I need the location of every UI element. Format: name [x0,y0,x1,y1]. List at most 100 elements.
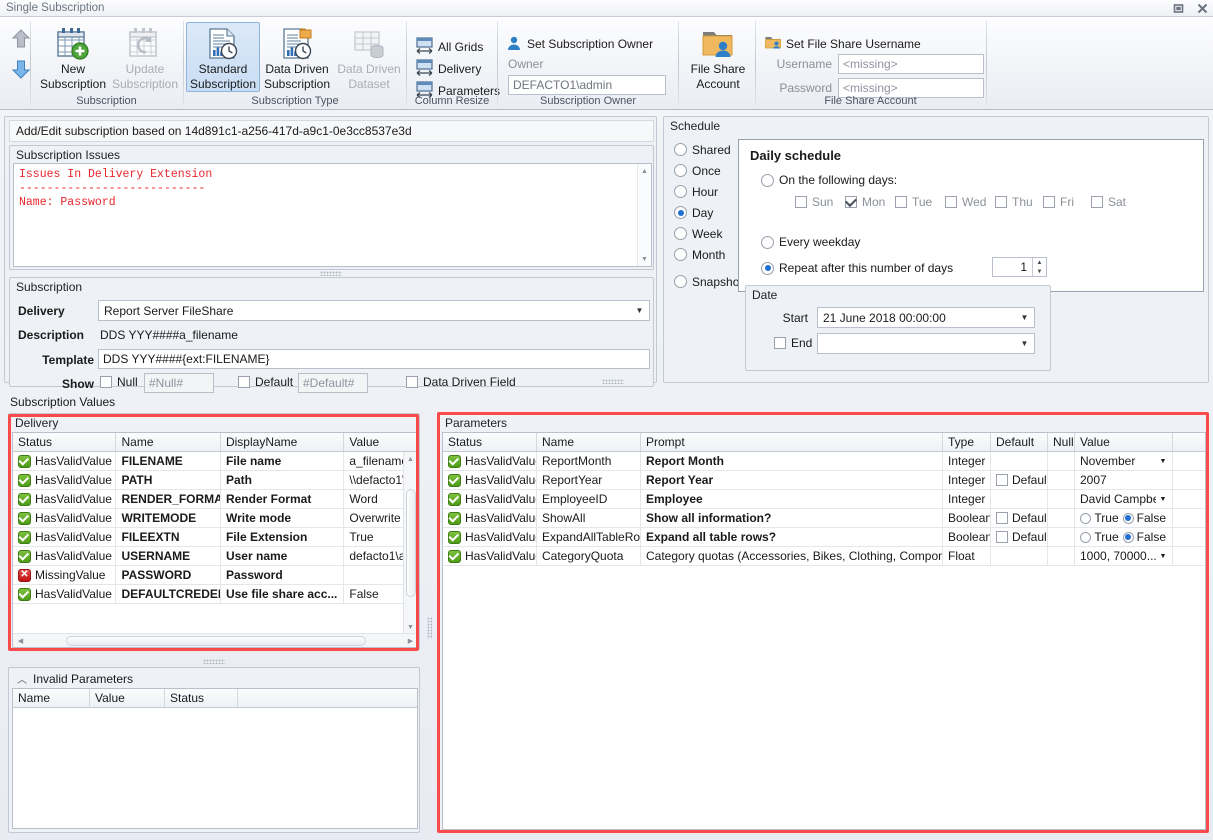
radio-on-following-days[interactable] [761,173,774,187]
parameter-null-cell[interactable] [1048,509,1075,527]
invalid-col-value[interactable]: Value [90,689,165,707]
resize-delivery-button[interactable]: Delivery [416,58,500,80]
schedule-type-shared[interactable]: Shared [674,139,743,160]
repeat-days-option[interactable]: Repeat after this number of days [761,261,953,275]
default-placeholder-input[interactable]: #Default# [298,373,368,393]
set-file-share-username-button[interactable]: Set File Share Username [765,33,921,55]
parameter-null-cell[interactable] [1048,452,1075,470]
file-share-account-button[interactable]: File Share Account [681,22,755,92]
delivery-col-status[interactable]: Status [13,433,117,451]
chevron-down-icon[interactable]: ▼ [1017,313,1032,322]
date-start-combo[interactable]: 21 June 2018 00:00:00 ▼ [817,307,1035,328]
owner-input[interactable]: DEFACTO1\admin [508,75,666,95]
issues-resize-grip[interactable] [320,271,342,276]
null-placeholder-input[interactable]: #Null# [144,373,214,393]
table-row[interactable]: HasValidValue FILEEXTN File Extension True [13,528,417,547]
weekday-tue[interactable]: Tue [895,195,945,209]
subscription-issues-textarea[interactable]: Issues In Delivery Extension -----------… [13,163,652,267]
schedule-type-snapshot[interactable]: Snapshot [674,271,743,292]
radio-month[interactable] [674,248,687,261]
schedule-type-once[interactable]: Once [674,160,743,181]
chevron-down-icon[interactable]: ▼ [1156,553,1170,560]
update-subscription-button[interactable]: Update Subscription [108,22,182,92]
parameters-col-value[interactable]: Value [1075,433,1173,451]
parameter-default-cell[interactable] [991,547,1048,565]
radio-once[interactable] [674,164,687,177]
radio-every-weekday[interactable] [761,235,774,249]
radio-repeat-days[interactable] [761,261,774,275]
parameters-col-type[interactable]: Type [943,433,991,451]
table-row[interactable]: HasValidValue ShowAll Show all information… [443,509,1205,528]
default-checkbox[interactable] [996,531,1008,543]
default-checkbox[interactable] [996,512,1008,524]
scroll-down-icon[interactable]: ▼ [637,252,651,266]
table-row[interactable]: HasValidValue FILENAME File name a_filename [13,452,417,471]
value-false-radio-row[interactable]: False [1122,511,1166,525]
invalid-col-status[interactable]: Status [165,689,238,707]
parameter-value-cell[interactable]: November ▼ [1075,452,1173,470]
parameter-value-cell[interactable]: True False [1075,509,1173,527]
data-driven-field-checkbox[interactable] [406,376,418,388]
date-end-checkbox[interactable] [774,337,786,349]
date-end-checkbox-row[interactable]: End [774,336,812,350]
data-driven-subscription-button[interactable]: Data Driven Subscription [260,22,334,92]
delivery-col-name[interactable]: Name [116,433,221,451]
template-input[interactable]: DDS YYY####{ext:FILENAME} [98,349,650,369]
scroll-right-icon[interactable]: ▶ [403,634,417,648]
chevron-up-icon[interactable]: ︿ [17,671,27,686]
resize-all-grids-button[interactable]: All Grids [416,36,500,58]
value-true-radio-row[interactable]: True [1080,530,1119,544]
delivery-col-value[interactable]: Value [344,433,417,451]
delivery-v-thumb[interactable] [405,489,416,597]
delivery-vertical-scrollbar[interactable]: ▲ ▼ [403,452,417,634]
table-row[interactable]: HasValidValue CategoryQuota Category quota… [443,547,1205,566]
new-subscription-button[interactable]: New Subscription [36,22,110,92]
checkbox-sun[interactable] [795,196,807,208]
table-row[interactable]: HasValidValue USERNAME User name defacto1\a… [13,547,417,566]
subscription-resize-grip[interactable] [602,379,624,384]
radio-true[interactable] [1080,512,1092,524]
every-weekday-option[interactable]: Every weekday [761,235,860,249]
parameter-value-cell[interactable]: David Campbell▼ [1075,490,1173,508]
radio-day[interactable] [674,206,687,219]
spinner-down-icon[interactable]: ▼ [1033,267,1046,276]
checkbox-thu[interactable] [995,196,1007,208]
data-driven-dataset-button[interactable]: Data Driven Dataset [332,22,406,92]
fs-username-input[interactable]: <missing> [838,54,984,74]
parameter-null-cell[interactable] [1048,547,1075,565]
table-row[interactable]: HasValidValue RENDER_FORMAT Render Format W… [13,490,417,509]
table-row[interactable]: HasValidValueExpandAllTableRowsExpand al… [443,528,1205,547]
parameters-col-default[interactable]: Default [991,433,1048,451]
parameter-default-cell[interactable] [991,452,1048,470]
scroll-up-icon[interactable]: ▲ [637,164,651,178]
delivery-h-thumb[interactable] [65,635,366,646]
weekday-sun[interactable]: Sun [795,195,845,209]
radio-false[interactable] [1122,512,1134,524]
issues-vertical-scrollbar[interactable]: ▲ ▼ [637,164,651,266]
weekday-wed[interactable]: Wed [945,195,995,209]
parameter-value-cell[interactable]: 1000, 70000... ▼ [1075,547,1173,565]
schedule-type-week[interactable]: Week [674,223,743,244]
weekday-mon[interactable]: Mon [845,195,895,209]
invalid-col-filler[interactable] [238,689,417,707]
show-default-checkbox[interactable] [238,376,250,388]
table-row[interactable]: HasValidValue EmployeeID Employee Integer Da… [443,490,1205,509]
data-driven-field-checkbox-row[interactable]: Data Driven Field [406,375,516,389]
parameters-col-prompt[interactable]: Prompt [641,433,943,451]
default-checkbox[interactable] [996,474,1008,486]
spinner-up-icon[interactable]: ▲ [1033,258,1046,267]
delivery-horizontal-scrollbar[interactable]: ◀ ▶ [13,633,417,648]
schedule-type-hour[interactable]: Hour [674,181,743,202]
invalid-parameters-grid[interactable]: Name Value Status [12,688,418,829]
radio-week[interactable] [674,227,687,240]
spinner-buttons[interactable]: ▲ ▼ [1032,258,1046,276]
checkbox-tue[interactable] [895,196,907,208]
show-null-checkbox-row[interactable]: Null [100,375,138,389]
checkbox-wed[interactable] [945,196,957,208]
scroll-down-icon[interactable]: ▼ [403,620,417,634]
invalid-parameters-resize-grip[interactable] [203,659,225,664]
radio-shared[interactable] [674,143,687,156]
parameters-col-null[interactable]: Null [1048,433,1075,451]
parameter-null-cell[interactable] [1048,471,1075,489]
parameters-col-filler[interactable] [1173,433,1205,451]
